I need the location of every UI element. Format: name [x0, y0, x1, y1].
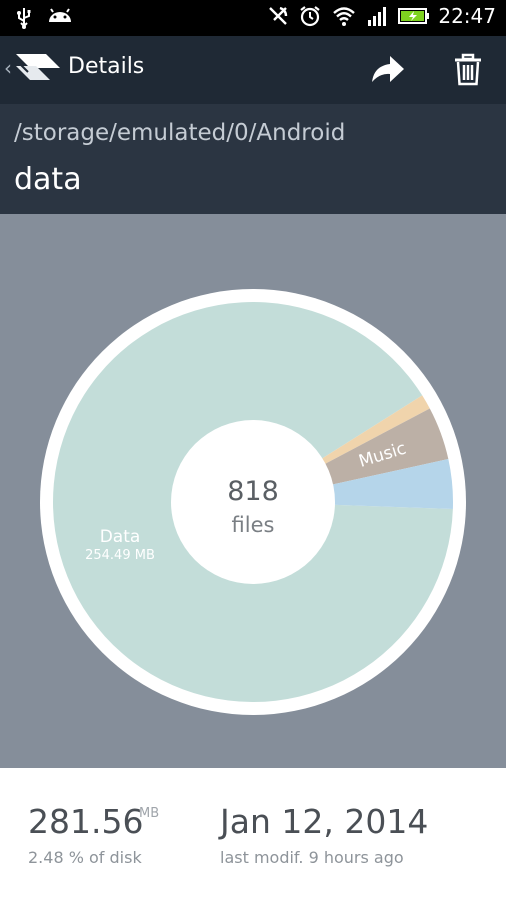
- battery-charging-icon: [398, 8, 430, 24]
- status-time: 22:47: [438, 4, 496, 28]
- storage-chart-area: 818 files Data 254.49 MB Music: [0, 214, 506, 768]
- storage-donut-chart[interactable]: 818 files Data 254.49 MB Music: [0, 214, 506, 768]
- back-chevron-icon[interactable]: ‹: [4, 54, 12, 82]
- status-bar: 22:47: [0, 0, 506, 36]
- delete-button[interactable]: [446, 48, 490, 92]
- modified-date: Jan 12, 2014: [220, 802, 429, 841]
- signal-icon: [368, 7, 387, 26]
- parent-path: /storage/emulated/0/Android: [14, 120, 346, 146]
- share-icon: [372, 56, 404, 82]
- segment-label-data: Data: [100, 527, 141, 547]
- segment-size-data: 254.49 MB: [85, 548, 155, 563]
- alarm-muted-icon: [269, 6, 288, 25]
- folder-size-value: 281.56: [28, 802, 144, 841]
- folder-size-unit: MB: [139, 806, 160, 821]
- trash-icon: [455, 53, 481, 86]
- path-header: /storage/emulated/0/Android data: [0, 104, 506, 214]
- alarm-clock-icon: [300, 6, 321, 27]
- app-title: Details: [68, 54, 145, 79]
- share-button[interactable]: [366, 48, 410, 92]
- disk-percent: 2.48 % of disk: [28, 848, 142, 867]
- details-stats: 281.56 MB 2.48 % of disk Jan 12, 2014 la…: [0, 768, 506, 900]
- file-count-label: files: [232, 513, 275, 537]
- modified-relative: last modif. 9 hours ago: [220, 848, 404, 867]
- app-logo-icon[interactable]: [14, 50, 62, 90]
- folder-name: data: [14, 162, 82, 197]
- app-bar: ‹ Details: [0, 36, 506, 104]
- usb-icon: [17, 8, 31, 29]
- wifi-icon: [333, 7, 356, 26]
- file-count: 818: [227, 476, 279, 507]
- android-icon: [49, 8, 71, 22]
